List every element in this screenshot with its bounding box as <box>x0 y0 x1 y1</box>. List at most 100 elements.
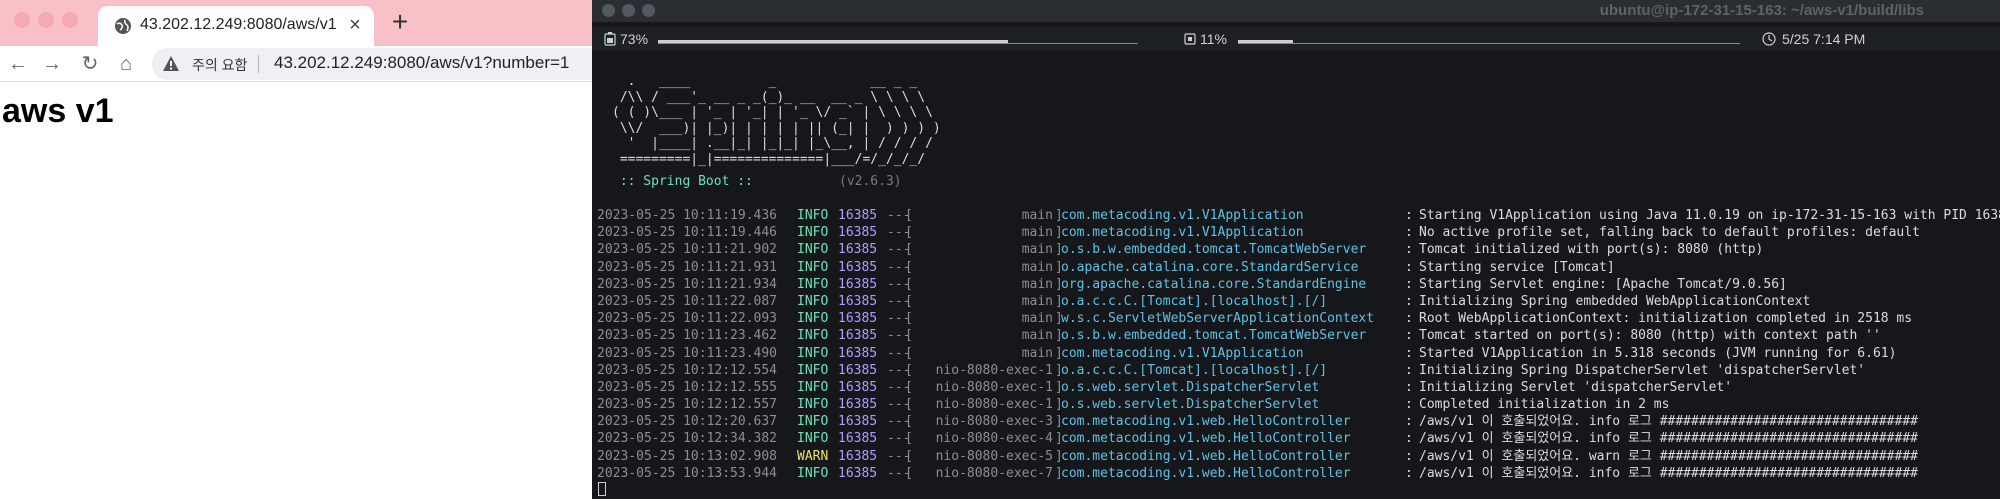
log-bracket-close: ] <box>1055 431 1063 447</box>
log-row: 2023-05-25 10:12:12.557 INFO 16385 --- nio-8… <box>597 396 2000 413</box>
log-output: 2023-05-25 10:11:19.436 INFO 16385 --- main c… <box>597 207 2000 482</box>
log-row: 2023-05-25 10:12:34.382 INFO 16385 --- nio-8… <box>597 430 2000 447</box>
log-row: 2023-05-25 10:11:22.087 INFO 16385 --- main o… <box>597 293 2000 310</box>
log-level: INFO <box>797 328 829 344</box>
log-level: INFO <box>797 414 829 430</box>
reload-button[interactable]: ↻ <box>78 52 102 76</box>
log-pid: 16385 <box>838 448 878 464</box>
log-logger: com.metacoding.v1.web.HelloController <box>1061 448 1351 464</box>
address-bar[interactable]: 주의 요함 43.202.12.249:8080/aws/v1?number=1 <box>152 48 592 80</box>
log-thread: main <box>1021 242 1053 258</box>
log-row: 2023-05-25 10:11:19.446 INFO 16385 --- main c… <box>597 224 2000 241</box>
log-row: 2023-05-25 10:11:21.934 INFO 16385 --- main o… <box>597 276 2000 293</box>
security-label[interactable]: 주의 요함 <box>192 55 247 75</box>
tab-title: 43.202.12.249:8080/aws/v1?n <box>140 16 336 33</box>
terminal-close-dot[interactable] <box>602 4 615 17</box>
warning-icon[interactable] <box>162 55 180 73</box>
log-message: Initializing Spring DispatcherServlet 'd… <box>1419 362 1866 378</box>
log-bracket-open: [ <box>905 414 913 430</box>
log-row: 2023-05-25 10:12:20.637 INFO 16385 --- nio-8… <box>597 413 2000 430</box>
log-thread: main <box>1021 276 1053 292</box>
url-text[interactable]: 43.202.12.249:8080/aws/v1?number=1 <box>274 53 569 73</box>
back-button[interactable]: ← <box>6 52 30 76</box>
log-bracket-open: [ <box>905 362 913 378</box>
log-timestamp: 2023-05-25 10:12:12.554 <box>597 362 778 378</box>
divider <box>258 55 259 73</box>
log-level: INFO <box>797 311 829 327</box>
log-level: INFO <box>797 225 829 241</box>
window-close-dot[interactable] <box>14 12 30 28</box>
log-pid: 16385 <box>838 431 878 447</box>
log-timestamp: 2023-05-25 10:11:21.934 <box>597 276 778 292</box>
log-level: INFO <box>797 259 829 275</box>
globe-icon <box>115 18 131 34</box>
log-message: Completed initialization in 2 ms <box>1419 397 1670 413</box>
log-colon: : <box>1405 242 1413 258</box>
log-thread: nio-8080-exec-5 <box>935 448 1053 464</box>
window-minimize-dot[interactable] <box>38 12 54 28</box>
terminal-minimize-dot[interactable] <box>622 4 635 17</box>
log-message: Starting service [Tomcat] <box>1419 259 1615 275</box>
tab-close-icon[interactable]: × <box>344 14 366 36</box>
log-bracket-close: ] <box>1055 225 1063 241</box>
log-colon: : <box>1405 397 1413 413</box>
log-logger: o.a.c.c.C.[Tomcat].[localhost].[/] <box>1061 362 1328 378</box>
log-message: Initializing Servlet 'dispatcherServlet' <box>1419 379 1733 395</box>
log-timestamp: 2023-05-25 10:12:12.557 <box>597 397 778 413</box>
log-message: Starting Servlet engine: [Apache Tomcat/… <box>1419 276 1787 292</box>
log-colon: : <box>1405 311 1413 327</box>
log-row: 2023-05-25 10:11:22.093 INFO 16385 --- main w… <box>597 310 2000 327</box>
log-level: INFO <box>797 362 829 378</box>
log-bracket-open: [ <box>905 311 913 327</box>
terminal-cursor[interactable] <box>598 482 606 496</box>
log-thread: main <box>1021 208 1053 223</box>
log-logger: o.s.b.w.embedded.tomcat.TomcatWebServer <box>1061 328 1367 344</box>
log-timestamp: 2023-05-25 10:12:12.555 <box>597 379 778 395</box>
log-message: No active profile set, falling back to d… <box>1419 225 1920 241</box>
browser-tab[interactable]: 43.202.12.249:8080/aws/v1?n × <box>98 6 374 46</box>
forward-button[interactable]: → <box>40 52 64 76</box>
log-bracket-open: [ <box>905 208 913 223</box>
log-bracket-open: [ <box>905 293 913 309</box>
log-logger: com.metacoding.v1.V1Application <box>1061 208 1304 223</box>
log-level: INFO <box>797 465 829 481</box>
new-tab-button[interactable]: + <box>386 8 414 36</box>
battery-value: 73% <box>620 31 649 47</box>
log-level: INFO <box>797 345 829 361</box>
log-logger: o.s.b.w.embedded.tomcat.TomcatWebServer <box>1061 242 1367 258</box>
log-thread: nio-8080-exec-7 <box>935 465 1053 481</box>
log-thread: main <box>1021 293 1053 309</box>
home-button[interactable]: ⌂ <box>114 52 138 76</box>
log-bracket-close: ] <box>1055 345 1063 361</box>
log-logger: com.metacoding.v1.web.HelloController <box>1061 465 1351 481</box>
terminal-zoom-dot[interactable] <box>642 4 655 17</box>
log-colon: : <box>1405 345 1413 361</box>
log-colon: : <box>1405 259 1413 275</box>
cpu-gauge <box>1238 36 1740 44</box>
log-timestamp: 2023-05-25 10:13:02.908 <box>597 448 778 464</box>
log-colon: : <box>1405 465 1413 481</box>
window-zoom-dot[interactable] <box>62 12 78 28</box>
log-colon: : <box>1405 362 1413 378</box>
log-message: /aws/v1 이 호출되었어요. info 로그 ##############… <box>1419 465 1918 481</box>
log-bracket-close: ] <box>1055 242 1063 258</box>
log-level: WARN <box>797 448 829 464</box>
log-colon: : <box>1405 208 1413 223</box>
log-timestamp: 2023-05-25 10:11:22.093 <box>597 311 778 327</box>
spring-boot-version: (v2.6.3) <box>839 174 902 189</box>
log-thread: nio-8080-exec-1 <box>935 362 1053 378</box>
log-timestamp: 2023-05-25 10:11:23.490 <box>597 345 778 361</box>
log-row: 2023-05-25 10:11:21.931 INFO 16385 --- main o… <box>597 259 2000 276</box>
terminal-title: ubuntu@ip-172-31-15-163: ~/aws-v1/build/… <box>1599 2 1924 19</box>
log-level: INFO <box>797 276 829 292</box>
log-logger: com.metacoding.v1.web.HelloController <box>1061 431 1351 447</box>
log-timestamp: 2023-05-25 10:11:21.931 <box>597 259 778 275</box>
log-timestamp: 2023-05-25 10:11:19.436 <box>597 208 778 223</box>
log-bracket-close: ] <box>1055 293 1063 309</box>
log-pid: 16385 <box>838 414 878 430</box>
log-level: INFO <box>797 379 829 395</box>
log-bracket-close: ] <box>1055 276 1063 292</box>
battery-icon <box>604 32 616 46</box>
log-colon: : <box>1405 379 1413 395</box>
browser-toolbar: ← → ↻ ⌂ 주의 요함 43.202.12.249:8080/aws/v1?… <box>0 46 592 82</box>
